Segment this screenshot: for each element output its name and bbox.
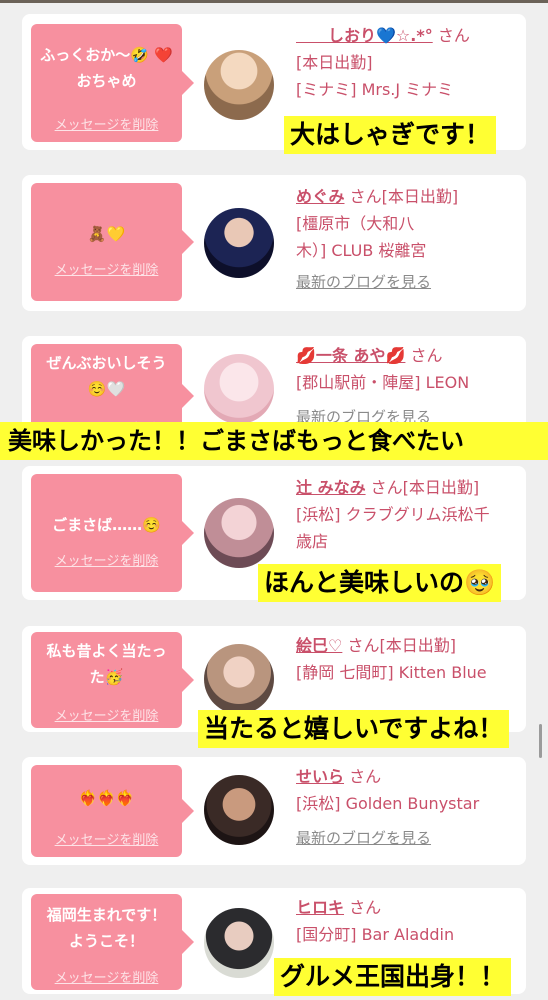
message-bubble: ふっくおか〜🤣 ❤️おちゃめ メッセージを削除 xyxy=(31,24,194,142)
message-bubble: 私も昔よく当たっ た🥳 メッセージを削除 xyxy=(31,632,194,728)
cast-info: めぐみ さん[本日出勤] [橿原市（大和八 木）] CLUB 桜離宮 最新のブロ… xyxy=(296,183,522,296)
cast-shop: 木）] CLUB 桜離宮 xyxy=(296,241,427,260)
delete-message-link[interactable]: メッセージを削除 xyxy=(31,259,182,278)
message-text: 私も昔よく当たっ た🥳 xyxy=(46,642,167,686)
cast-info: 絵巳♡ さん[本日出勤] [静岡 七間町] Kitten Blue xyxy=(296,632,522,686)
cast-info: 辻 みなみ さん[本日出勤] [浜松] クラブグリム浜松千 歳店 xyxy=(296,474,522,555)
cast-shop: [静岡 七間町] Kitten Blue xyxy=(296,663,487,682)
cast-info: ヒロキ さん [国分町] Bar Aladdin xyxy=(296,894,522,948)
cast-area: [橿原市（大和八 xyxy=(296,214,415,233)
message-bubble: 🧸💛 メッセージを削除 xyxy=(31,183,194,301)
cast-name-link[interactable]: せいら xyxy=(296,767,344,786)
message-text: 🧸💛 xyxy=(87,225,126,243)
cast-status: [本日出勤] xyxy=(296,53,373,72)
cast-name-link[interactable]: めぐみ xyxy=(296,187,344,206)
caption-overlay: 当たると嬉しいですよね！ xyxy=(198,710,510,748)
honorific: さん xyxy=(410,346,443,365)
honorific: さん[本日出勤] xyxy=(370,478,480,497)
honorific: さん xyxy=(437,26,470,45)
avatar[interactable] xyxy=(204,908,274,978)
delete-message-link[interactable]: メッセージを削除 xyxy=(31,967,182,986)
caption-overlay: ほんと美味しいの🥹 xyxy=(258,564,502,602)
cast-name-link[interactable]: ヒロキ xyxy=(296,898,344,917)
cast-shop: [浜松] Golden Bunystar xyxy=(296,794,480,813)
delete-message-link[interactable]: メッセージを削除 xyxy=(31,114,182,133)
latest-blog-link[interactable]: 最新のブログを見る xyxy=(296,269,522,296)
delete-message-link[interactable]: メッセージを削除 xyxy=(31,550,182,569)
message-text: ぜんぶおいしそう ☺️🤍 xyxy=(46,354,167,398)
caption-overlay: 美味しかった！！ごまさばもっと食べたい xyxy=(0,422,548,460)
cast-shop: [郡山駅前・陣屋] LEON xyxy=(296,373,470,392)
cast-info: 💋一条 あや💋 さん [郡山駅前・陣屋] LEON 最新のブログを見る xyxy=(296,342,522,431)
top-divider xyxy=(0,0,548,3)
honorific: さん[本日出勤] xyxy=(347,636,456,655)
delete-message-link[interactable]: メッセージを削除 xyxy=(31,829,182,848)
message-text: 福岡生まれです！ ようこそ！ xyxy=(46,906,167,950)
cast-shop: 歳店 xyxy=(296,532,329,551)
avatar[interactable] xyxy=(204,644,274,714)
honorific: さん xyxy=(349,767,382,786)
message-bubble: 福岡生まれです！ ようこそ！ メッセージを削除 xyxy=(31,894,194,990)
message-bubble: ごまさば……☺️ メッセージを削除 xyxy=(31,474,194,592)
message-bubble: ❤️‍🔥❤️‍🔥❤️‍🔥 メッセージを削除 xyxy=(31,765,194,857)
cast-shop: [ミナミ] Mrs.J ミナミ xyxy=(296,80,454,99)
message-card: 🧸💛 メッセージを削除 めぐみ さん[本日出勤] [橿原市（大和八 木）] CL… xyxy=(22,175,526,311)
cast-info: せいら さん [浜松] Golden Bunystar 最新のブログを見る xyxy=(296,763,522,852)
message-card: ❤️‍🔥❤️‍🔥❤️‍🔥 メッセージを削除 せいら さん [浜松] Golden… xyxy=(22,757,526,865)
scrollbar[interactable] xyxy=(539,724,542,758)
latest-blog-link[interactable]: 最新のブログを見る xyxy=(296,825,522,852)
avatar[interactable] xyxy=(204,50,274,120)
delete-message-link[interactable]: メッセージを削除 xyxy=(31,705,182,724)
cast-name-link[interactable]: 辻 みなみ xyxy=(296,478,366,497)
message-text: ごまさば……☺️ xyxy=(52,516,161,534)
cast-name-link[interactable]: 💋一条 あや💋 xyxy=(296,346,405,365)
message-text: ❤️‍🔥❤️‍🔥❤️‍🔥 xyxy=(78,789,135,807)
avatar[interactable] xyxy=(204,498,274,568)
cast-name-link[interactable]: 絵巳♡ xyxy=(296,636,342,655)
caption-overlay: グルメ王国出身！！ xyxy=(274,958,512,996)
honorific: さん[本日出勤] xyxy=(349,187,459,206)
avatar[interactable] xyxy=(204,775,274,845)
cast-area: [浜松] クラブグリム浜松千 xyxy=(296,505,490,524)
message-text: ふっくおか〜🤣 ❤️おちゃめ xyxy=(40,46,173,90)
avatar[interactable] xyxy=(204,354,274,424)
cast-info: しおり💙☆.*° さん [本日出勤] [ミナミ] Mrs.J ミナミ xyxy=(296,22,522,103)
cast-name-link[interactable]: しおり💙☆.*° xyxy=(296,26,433,45)
avatar[interactable] xyxy=(204,208,274,278)
caption-overlay: 大はしゃぎです！ xyxy=(284,116,497,154)
cast-shop: [国分町] Bar Aladdin xyxy=(296,925,455,944)
honorific: さん xyxy=(349,898,382,917)
